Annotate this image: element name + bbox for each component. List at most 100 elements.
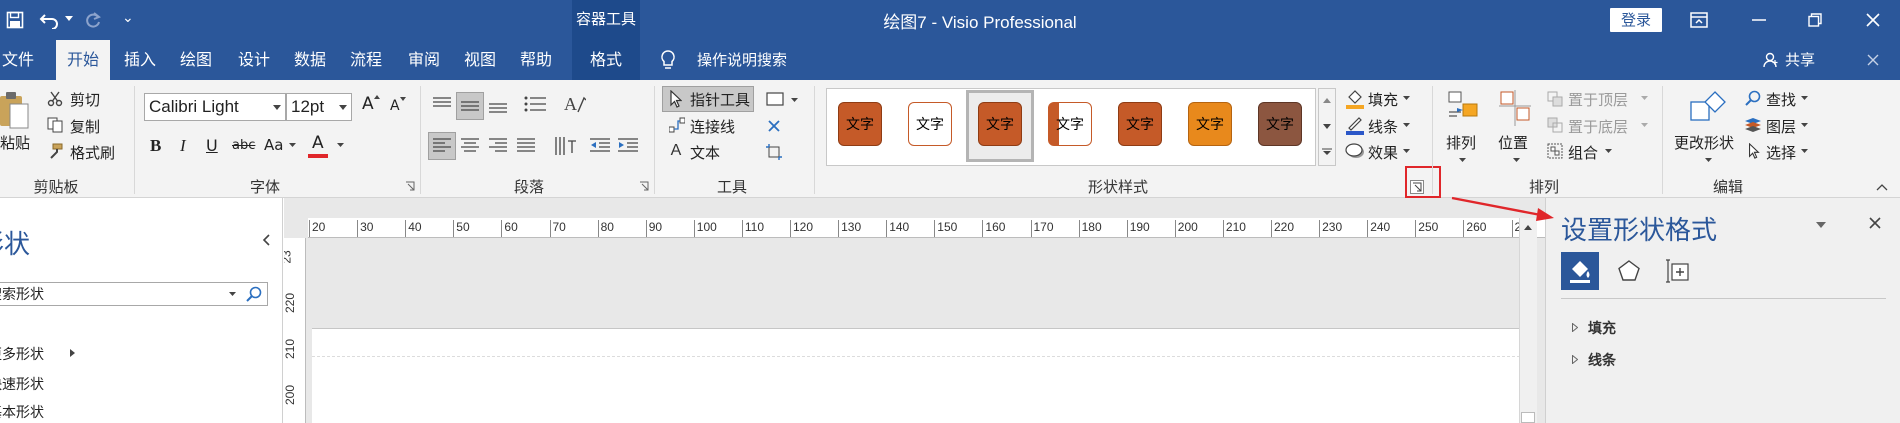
fill-section-header[interactable]: 填充 bbox=[1588, 318, 1616, 338]
grow-font-button[interactable]: A bbox=[362, 94, 374, 114]
select-button[interactable]: 选择 bbox=[1766, 142, 1796, 163]
arrange-icon[interactable] bbox=[1446, 88, 1480, 128]
bring-to-front-button[interactable]: 置于顶层 bbox=[1568, 89, 1628, 110]
save-icon[interactable] bbox=[4, 9, 26, 31]
shape-style-tile[interactable]: 文字 bbox=[908, 102, 952, 146]
chevron-down-icon[interactable] bbox=[1402, 94, 1410, 102]
vertical-scrollbar[interactable] bbox=[1519, 218, 1537, 423]
copy-button[interactable]: 复制 bbox=[70, 116, 100, 137]
chevron-down-icon[interactable] bbox=[1402, 121, 1410, 129]
effects-button[interactable]: 效果 bbox=[1368, 142, 1398, 163]
align-top-icon[interactable] bbox=[430, 92, 454, 116]
tab-help[interactable]: 帮助 bbox=[514, 40, 558, 80]
tab-process[interactable]: 流程 bbox=[344, 40, 388, 80]
tab-home[interactable]: 开始 bbox=[56, 40, 110, 80]
login-button[interactable]: 登录 bbox=[1610, 8, 1662, 32]
chevron-down-icon[interactable] bbox=[1800, 94, 1808, 102]
change-shape-button[interactable]: 更改形状 bbox=[1674, 132, 1734, 153]
find-button[interactable]: 查找 bbox=[1766, 89, 1796, 110]
group-button[interactable]: 组合 bbox=[1568, 142, 1598, 163]
collapse-pane-icon[interactable] bbox=[258, 232, 274, 248]
connector-tool-button[interactable]: 连接线 bbox=[690, 116, 735, 137]
underline-button[interactable]: U bbox=[206, 136, 218, 155]
font-name-dropdown[interactable]: Calibri Light bbox=[144, 93, 286, 121]
text-direction-icon[interactable]: A bbox=[562, 90, 588, 118]
restore-icon[interactable] bbox=[1804, 10, 1826, 30]
close-ribbon-icon[interactable] bbox=[1862, 50, 1884, 70]
arrange-button[interactable]: 排列 bbox=[1446, 132, 1476, 153]
expand-triangle-icon[interactable] bbox=[1570, 322, 1580, 332]
layers-button[interactable]: 图层 bbox=[1766, 116, 1796, 137]
gallery-more-icon[interactable] bbox=[1319, 144, 1335, 160]
expand-triangle-icon[interactable] bbox=[1570, 354, 1580, 364]
tab-view[interactable]: 视图 bbox=[458, 40, 502, 80]
dialog-launcher-icon[interactable] bbox=[404, 180, 416, 192]
share-button[interactable]: 共享 bbox=[1780, 40, 1820, 80]
chevron-down-icon[interactable] bbox=[336, 141, 344, 149]
align-middle-icon[interactable] bbox=[456, 92, 484, 120]
strikethrough-button[interactable]: abc bbox=[232, 138, 255, 153]
tab-insert[interactable]: 插入 bbox=[118, 40, 162, 80]
qat-customize-icon[interactable]: ⌄ bbox=[122, 10, 134, 26]
chevron-down-icon[interactable] bbox=[1402, 147, 1410, 155]
chevron-down-icon[interactable] bbox=[790, 96, 798, 104]
paste-icon[interactable] bbox=[0, 88, 30, 132]
line-button[interactable]: 线条 bbox=[1368, 116, 1398, 137]
bold-button[interactable]: B bbox=[150, 136, 161, 156]
shapes-pane-item-more[interactable]: 更多形状 bbox=[0, 344, 44, 364]
tab-file[interactable]: 文件 bbox=[0, 40, 36, 80]
shape-style-tile[interactable]: 文字 bbox=[1188, 102, 1232, 146]
tab-design[interactable]: 设计 bbox=[232, 40, 276, 80]
search-icon[interactable] bbox=[244, 284, 264, 304]
change-shape-icon[interactable] bbox=[1688, 88, 1728, 128]
justify-icon[interactable] bbox=[514, 134, 538, 158]
cut-button[interactable]: 剪切 bbox=[70, 89, 100, 110]
close-pane-icon[interactable] bbox=[1866, 214, 1884, 232]
shrink-font-button[interactable]: A bbox=[390, 98, 400, 114]
undo-dropdown-icon[interactable] bbox=[64, 12, 74, 26]
chevron-down-icon[interactable] bbox=[1800, 121, 1808, 129]
shape-style-tile[interactable]: 文字 bbox=[1258, 102, 1302, 146]
dialog-launcher-icon[interactable] bbox=[1410, 180, 1424, 194]
tab-draw[interactable]: 绘图 bbox=[174, 40, 218, 80]
dialog-launcher-icon[interactable] bbox=[638, 180, 650, 192]
undo-icon[interactable] bbox=[38, 9, 62, 31]
shape-style-tile[interactable]: 文字 bbox=[978, 102, 1022, 146]
shapes-pane-item-quick[interactable]: 快速形状 bbox=[0, 374, 44, 394]
bullets-icon[interactable] bbox=[522, 92, 548, 116]
chevron-down-icon[interactable] bbox=[1640, 94, 1648, 102]
tell-me-search[interactable]: 操作说明搜索 bbox=[692, 40, 792, 80]
tab-review[interactable]: 审阅 bbox=[402, 40, 446, 80]
delete-x-icon[interactable] bbox=[766, 118, 782, 134]
change-case-button[interactable]: Aa bbox=[264, 136, 283, 154]
position-button[interactable]: 位置 bbox=[1498, 132, 1528, 153]
shape-style-tile[interactable]: 文字 bbox=[1048, 102, 1092, 146]
align-center-icon[interactable] bbox=[458, 134, 482, 158]
chevron-down-icon[interactable] bbox=[1800, 147, 1808, 155]
gallery-down-icon[interactable] bbox=[1319, 118, 1335, 134]
pane-options-chevron-icon[interactable] bbox=[1814, 218, 1828, 232]
font-color-button[interactable]: A bbox=[312, 133, 324, 153]
chevron-down-icon[interactable] bbox=[272, 100, 282, 114]
decrease-indent-icon[interactable] bbox=[588, 134, 612, 158]
paste-button[interactable]: 粘贴 bbox=[0, 132, 30, 153]
tab-data[interactable]: 数据 bbox=[288, 40, 332, 80]
collapse-ribbon-icon[interactable] bbox=[1874, 180, 1890, 194]
close-window-icon[interactable] bbox=[1862, 10, 1884, 30]
chevron-down-icon[interactable] bbox=[288, 141, 296, 149]
chevron-down-icon[interactable] bbox=[1604, 147, 1612, 155]
italic-button[interactable]: I bbox=[180, 136, 186, 156]
size-properties-icon[interactable] bbox=[1660, 252, 1698, 290]
increase-indent-icon[interactable] bbox=[616, 134, 640, 158]
chevron-down-icon[interactable] bbox=[1512, 156, 1520, 164]
chevron-down-icon[interactable] bbox=[228, 290, 236, 298]
format-painter-button[interactable]: 格式刷 bbox=[70, 142, 115, 163]
align-bottom-icon[interactable] bbox=[486, 94, 510, 118]
gallery-up-icon[interactable] bbox=[1319, 92, 1335, 108]
minimize-icon[interactable] bbox=[1748, 10, 1770, 30]
fill-button[interactable]: 填充 bbox=[1368, 89, 1398, 110]
align-left-icon[interactable] bbox=[428, 132, 456, 160]
send-to-back-button[interactable]: 置于底层 bbox=[1568, 116, 1628, 137]
effects-pentagon-icon[interactable] bbox=[1610, 252, 1648, 290]
line-section-header[interactable]: 线条 bbox=[1588, 350, 1616, 370]
